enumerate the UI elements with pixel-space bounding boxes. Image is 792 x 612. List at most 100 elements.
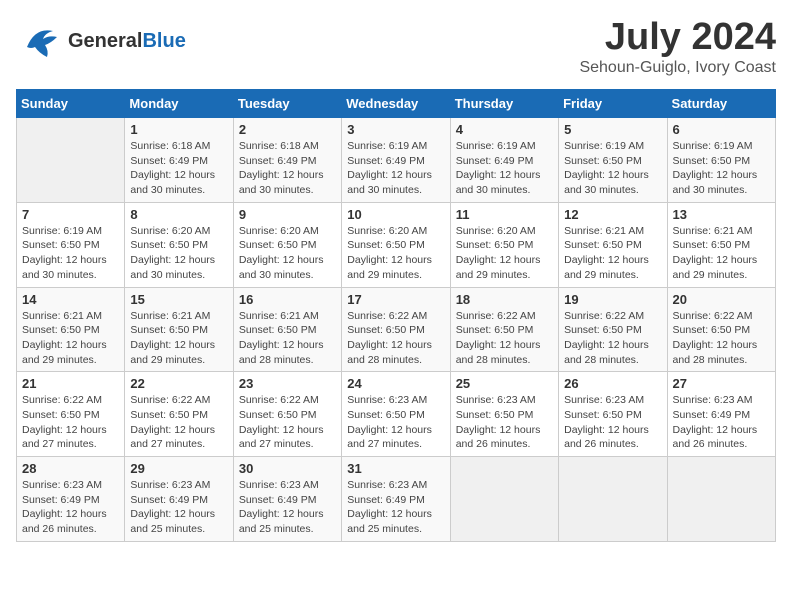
- calendar-header-monday: Monday: [125, 90, 233, 118]
- day-number: 20: [673, 292, 770, 307]
- day-number: 8: [130, 207, 227, 222]
- calendar-header-row: SundayMondayTuesdayWednesdayThursdayFrid…: [17, 90, 776, 118]
- calendar-cell: 23Sunrise: 6:22 AM Sunset: 6:50 PM Dayli…: [233, 372, 341, 457]
- day-info: Sunrise: 6:22 AM Sunset: 6:50 PM Dayligh…: [22, 393, 119, 452]
- calendar-cell: 27 Sunrise: 6:23 AM Sunset: 6:49 PM Dayli…: [667, 372, 775, 457]
- calendar-cell: 9 Sunrise: 6:20 AM Sunset: 6:50 PM Daylig…: [233, 202, 341, 287]
- day-number: 29: [130, 461, 227, 476]
- day-info: Sunrise: 6:19 AM Sunset: 6:49 PM Dayligh…: [347, 139, 444, 198]
- calendar-cell: 8 Sunrise: 6:20 AM Sunset: 6:50 PM Daylig…: [125, 202, 233, 287]
- day-number: 15: [130, 292, 227, 307]
- day-info: Sunrise: 6:20 AM Sunset: 6:50 PM Dayligh…: [130, 224, 227, 283]
- day-number: 17: [347, 292, 444, 307]
- day-info: Sunrise: 6:21 AM Sunset: 6:50 PM Dayligh…: [130, 309, 227, 368]
- calendar-header-saturday: Saturday: [667, 90, 775, 118]
- calendar-cell: 21 Sunrise: 6:22 AM Sunset: 6:50 PM Dayli…: [17, 372, 125, 457]
- calendar-cell: 30 Sunrise: 6:23 AM Sunset: 6:49 PM Dayli…: [233, 457, 341, 542]
- calendar-cell: 15 Sunrise: 6:21 AM Sunset: 6:50 PM Dayli…: [125, 287, 233, 372]
- day-number: 1: [130, 122, 227, 137]
- calendar-cell: 18 Sunrise: 6:22 AM Sunset: 6:50 PM Dayli…: [450, 287, 558, 372]
- calendar-week-row: 28 Sunrise: 6:23 AM Sunset: 6:49 PM Dayli…: [17, 457, 776, 542]
- calendar-header-sunday: Sunday: [17, 90, 125, 118]
- day-number: 4: [456, 122, 553, 137]
- day-number: 14: [22, 292, 119, 307]
- day-number: 21: [22, 376, 119, 391]
- day-info: Sunrise: 6:20 AM Sunset: 6:50 PM Dayligh…: [239, 224, 336, 283]
- day-info: Sunrise: 6:21 AM Sunset: 6:50 PM Dayligh…: [673, 224, 770, 283]
- day-number: 10: [347, 207, 444, 222]
- day-number: 22: [130, 376, 227, 391]
- calendar-cell: 4 Sunrise: 6:19 AM Sunset: 6:49 PM Daylig…: [450, 118, 558, 203]
- logo-blue-text: Blue: [142, 30, 185, 52]
- calendar-cell: 26 Sunrise: 6:23 AM Sunset: 6:50 PM Dayli…: [559, 372, 667, 457]
- logo-general-text: GeneralBlue: [68, 30, 186, 53]
- day-info: Sunrise: 6:22 AM Sunset: 6:50 PM Dayligh…: [564, 309, 661, 368]
- day-number: 24: [347, 376, 444, 391]
- calendar-week-row: 14 Sunrise: 6:21 AM Sunset: 6:50 PM Dayli…: [17, 287, 776, 372]
- calendar-cell: 12 Sunrise: 6:21 AM Sunset: 6:50 PM Dayli…: [559, 202, 667, 287]
- day-number: 19: [564, 292, 661, 307]
- logo-bird-icon: [17, 17, 65, 65]
- calendar-cell: 28 Sunrise: 6:23 AM Sunset: 6:49 PM Dayli…: [17, 457, 125, 542]
- calendar-table: SundayMondayTuesdayWednesdayThursdayFrid…: [16, 89, 776, 542]
- day-number: 25: [456, 376, 553, 391]
- calendar-header-tuesday: Tuesday: [233, 90, 341, 118]
- calendar-week-row: 21 Sunrise: 6:22 AM Sunset: 6:50 PM Dayli…: [17, 372, 776, 457]
- day-info: Sunrise: 6:23 AM Sunset: 6:49 PM Dayligh…: [22, 478, 119, 537]
- main-title: July 2024: [579, 16, 776, 59]
- calendar-cell: 10 Sunrise: 6:20 AM Sunset: 6:50 PM Dayli…: [342, 202, 450, 287]
- day-number: 6: [673, 122, 770, 137]
- calendar-cell: 3 Sunrise: 6:19 AM Sunset: 6:49 PM Daylig…: [342, 118, 450, 203]
- calendar-header-friday: Friday: [559, 90, 667, 118]
- calendar-cell: 31Sunrise: 6:23 AM Sunset: 6:49 PM Dayli…: [342, 457, 450, 542]
- calendar-week-row: 1 Sunrise: 6:18 AM Sunset: 6:49 PM Daylig…: [17, 118, 776, 203]
- day-number: 18: [456, 292, 553, 307]
- day-number: 27: [673, 376, 770, 391]
- calendar-header-wednesday: Wednesday: [342, 90, 450, 118]
- day-info: Sunrise: 6:19 AM Sunset: 6:50 PM Dayligh…: [673, 139, 770, 198]
- subtitle: Sehoun-Guiglo, Ivory Coast: [579, 59, 776, 77]
- title-section: July 2024 Sehoun-Guiglo, Ivory Coast: [579, 16, 776, 77]
- day-number: 30: [239, 461, 336, 476]
- calendar-cell: 19 Sunrise: 6:22 AM Sunset: 6:50 PM Dayli…: [559, 287, 667, 372]
- day-number: 2: [239, 122, 336, 137]
- calendar-cell: 11Sunrise: 6:20 AM Sunset: 6:50 PM Dayli…: [450, 202, 558, 287]
- day-info: Sunrise: 6:22 AM Sunset: 6:50 PM Dayligh…: [456, 309, 553, 368]
- day-number: 16: [239, 292, 336, 307]
- calendar-cell: 2 Sunrise: 6:18 AM Sunset: 6:49 PM Daylig…: [233, 118, 341, 203]
- logo: GeneralBlue: [16, 16, 186, 66]
- calendar-cell: 14Sunrise: 6:21 AM Sunset: 6:50 PM Dayli…: [17, 287, 125, 372]
- calendar-cell: 1 Sunrise: 6:18 AM Sunset: 6:49 PM Daylig…: [125, 118, 233, 203]
- day-info: Sunrise: 6:20 AM Sunset: 6:50 PM Dayligh…: [456, 224, 553, 283]
- day-info: Sunrise: 6:23 AM Sunset: 6:49 PM Dayligh…: [673, 393, 770, 452]
- day-number: 28: [22, 461, 119, 476]
- day-number: 9: [239, 207, 336, 222]
- day-number: 12: [564, 207, 661, 222]
- calendar-cell: [17, 118, 125, 203]
- day-number: 26: [564, 376, 661, 391]
- day-number: 23: [239, 376, 336, 391]
- calendar-cell: [559, 457, 667, 542]
- day-info: Sunrise: 6:18 AM Sunset: 6:49 PM Dayligh…: [130, 139, 227, 198]
- day-info: Sunrise: 6:23 AM Sunset: 6:49 PM Dayligh…: [239, 478, 336, 537]
- day-info: Sunrise: 6:21 AM Sunset: 6:50 PM Dayligh…: [239, 309, 336, 368]
- calendar-cell: [667, 457, 775, 542]
- day-info: Sunrise: 6:22 AM Sunset: 6:50 PM Dayligh…: [347, 309, 444, 368]
- day-info: Sunrise: 6:19 AM Sunset: 6:49 PM Dayligh…: [456, 139, 553, 198]
- calendar-cell: 22Sunrise: 6:22 AM Sunset: 6:50 PM Dayli…: [125, 372, 233, 457]
- calendar-cell: [450, 457, 558, 542]
- day-info: Sunrise: 6:22 AM Sunset: 6:50 PM Dayligh…: [673, 309, 770, 368]
- day-info: Sunrise: 6:23 AM Sunset: 6:50 PM Dayligh…: [564, 393, 661, 452]
- calendar-cell: 7Sunrise: 6:19 AM Sunset: 6:50 PM Daylig…: [17, 202, 125, 287]
- calendar-cell: 24Sunrise: 6:23 AM Sunset: 6:50 PM Dayli…: [342, 372, 450, 457]
- calendar-cell: 13 Sunrise: 6:21 AM Sunset: 6:50 PM Dayli…: [667, 202, 775, 287]
- calendar-cell: 25Sunrise: 6:23 AM Sunset: 6:50 PM Dayli…: [450, 372, 558, 457]
- day-info: Sunrise: 6:18 AM Sunset: 6:49 PM Dayligh…: [239, 139, 336, 198]
- day-number: 3: [347, 122, 444, 137]
- calendar-cell: 5Sunrise: 6:19 AM Sunset: 6:50 PM Daylig…: [559, 118, 667, 203]
- day-info: Sunrise: 6:21 AM Sunset: 6:50 PM Dayligh…: [564, 224, 661, 283]
- day-info: Sunrise: 6:20 AM Sunset: 6:50 PM Dayligh…: [347, 224, 444, 283]
- day-info: Sunrise: 6:19 AM Sunset: 6:50 PM Dayligh…: [564, 139, 661, 198]
- day-number: 13: [673, 207, 770, 222]
- calendar-cell: 6 Sunrise: 6:19 AM Sunset: 6:50 PM Daylig…: [667, 118, 775, 203]
